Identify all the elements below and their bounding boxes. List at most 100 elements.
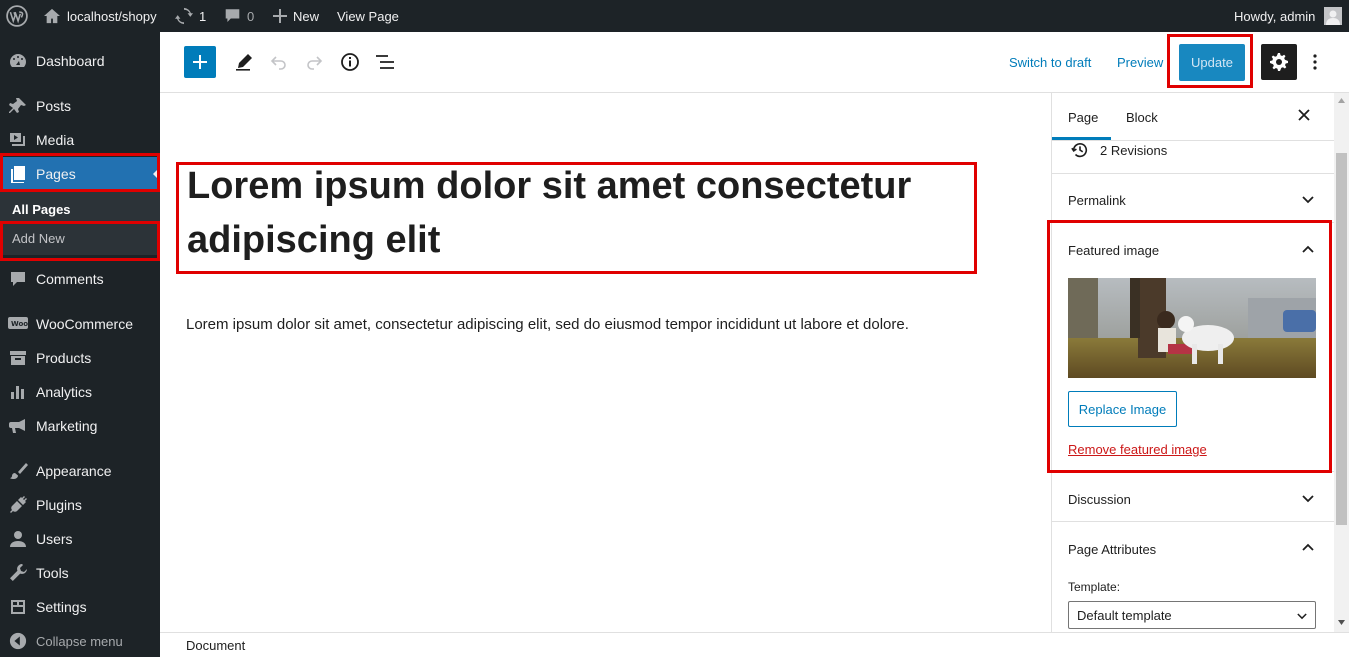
sidebar-item-marketing[interactable]: Marketing (0, 409, 160, 443)
featured-image-header[interactable]: Featured image (1068, 243, 1159, 258)
redo-button[interactable] (298, 46, 330, 78)
editor-canvas: Lorem ipsum dolor sit amet consectetur a… (160, 93, 1051, 632)
comments-link[interactable]: 0 (224, 0, 254, 32)
page-attributes-header[interactable]: Page Attributes (1068, 542, 1156, 557)
active-tab-indicator (1052, 137, 1111, 140)
scroll-down-arrow-icon[interactable] (1338, 620, 1345, 625)
view-page-link[interactable]: View Page (337, 0, 399, 32)
plus-icon (193, 55, 207, 69)
revisions-label: 2 Revisions (1100, 142, 1168, 158)
paragraph-block[interactable]: Lorem ipsum dolor sit amet, consectetur … (186, 316, 909, 333)
sidebar-scrollbar[interactable] (1334, 93, 1349, 632)
sidebar-item-dashboard[interactable]: Dashboard (0, 44, 160, 78)
current-menu-arrow-icon (153, 167, 160, 181)
pin-icon (0, 96, 36, 116)
sidebar-item-users[interactable]: Users (0, 522, 160, 556)
permalink-header: Permalink (1068, 193, 1126, 208)
wordpress-logo-icon[interactable] (6, 0, 28, 32)
my-account-link[interactable]: Howdy, admin (1234, 0, 1343, 32)
submenu-add-new[interactable]: Add New (0, 221, 160, 255)
sidebar-item-label: Settings (36, 599, 87, 615)
sidebar-item-products[interactable]: Products (0, 341, 160, 375)
brush-icon (0, 461, 36, 481)
options-menu-button[interactable] (1305, 46, 1325, 78)
user-icon (0, 529, 36, 549)
updates-link[interactable]: 1 (175, 0, 206, 32)
collapse-menu-button[interactable]: Collapse menu (0, 624, 160, 658)
gear-icon (1270, 53, 1288, 71)
submenu-add-new-label: Add New (12, 230, 65, 246)
remove-featured-image-link[interactable]: Remove featured image (1068, 442, 1207, 457)
undo-button[interactable] (263, 46, 295, 78)
avatar (1324, 7, 1343, 25)
details-button[interactable] (334, 46, 366, 78)
chevron-down-icon (1302, 495, 1314, 503)
switch-to-draft-button[interactable]: Switch to draft (1009, 55, 1091, 70)
chevron-up-icon[interactable] (1302, 245, 1314, 253)
howdy-text: Howdy, admin (1234, 8, 1316, 24)
breadcrumb[interactable]: Document (186, 638, 245, 653)
sidebar-item-label: WooCommerce (36, 316, 133, 332)
scroll-up-arrow-icon[interactable] (1338, 98, 1345, 103)
new-label: New (293, 8, 320, 24)
tools-button[interactable] (228, 46, 260, 78)
sidebar-item-media[interactable]: Media (0, 123, 160, 157)
sidebar-item-label: Users (36, 531, 73, 547)
sidebar-item-label: Plugins (36, 497, 82, 513)
revisions-link[interactable]: 2 Revisions (1070, 141, 1167, 159)
page-title[interactable]: Lorem ipsum dolor sit amet consectetur a… (187, 159, 967, 267)
sidebar-item-label: Analytics (36, 384, 93, 400)
megaphone-icon (0, 416, 36, 436)
settings-toggle-button[interactable] (1261, 44, 1297, 80)
updates-count: 1 (199, 8, 207, 24)
preview-button[interactable]: Preview (1117, 55, 1163, 70)
add-block-button[interactable] (184, 46, 216, 78)
chevron-down-icon (1297, 613, 1307, 620)
sidebar-item-pages[interactable]: Pages (0, 157, 160, 191)
page-attributes-panel: Page Attributes Template: Default templa… (1052, 521, 1334, 632)
sidebar-item-analytics[interactable]: Analytics (0, 375, 160, 409)
more-vertical-icon (1313, 54, 1317, 70)
site-name: localhost/shopy (67, 8, 157, 24)
update-label: Update (1191, 55, 1233, 70)
history-icon (1071, 142, 1088, 158)
media-icon (0, 130, 36, 150)
template-select-value: Default template (1077, 608, 1172, 623)
sidebar-item-plugins[interactable]: Plugins (0, 488, 160, 522)
sidebar-item-comments[interactable]: Comments (0, 262, 160, 296)
replace-image-button[interactable]: Replace Image (1068, 391, 1177, 427)
sidebar-item-label: Pages (36, 166, 76, 182)
list-view-button[interactable] (369, 46, 401, 78)
tab-block[interactable]: Block (1126, 110, 1158, 125)
view-page-label: View Page (337, 8, 399, 24)
scrollbar-thumb[interactable] (1336, 153, 1347, 525)
site-name-link[interactable]: localhost/shopy (43, 0, 157, 32)
close-sidebar-button[interactable] (1298, 108, 1310, 126)
sidebar-item-label: Comments (36, 271, 104, 287)
sidebar-item-posts[interactable]: Posts (0, 89, 160, 123)
sidebar-item-woocommerce[interactable]: Woo WooCommerce (0, 307, 160, 341)
permalink-panel[interactable]: Permalink (1052, 173, 1334, 222)
editor-toolbar: Switch to draft Preview Update (160, 32, 1349, 93)
submenu-all-pages[interactable]: All Pages (0, 191, 160, 221)
discussion-panel[interactable]: Discussion (1052, 471, 1334, 521)
sidebar-item-label: Marketing (36, 418, 98, 434)
sidebar-item-label: Tools (36, 565, 69, 581)
chart-icon (0, 382, 36, 402)
template-select[interactable]: Default template (1068, 601, 1316, 629)
chevron-up-icon[interactable] (1302, 543, 1314, 551)
sidebar-tabs: Page Block (1052, 93, 1334, 141)
info-icon (341, 53, 359, 71)
sidebar-item-tools[interactable]: Tools (0, 556, 160, 590)
sidebar-item-appearance[interactable]: Appearance (0, 454, 160, 488)
pencil-icon (236, 54, 252, 71)
submenu-all-pages-label: All Pages (12, 201, 71, 217)
sidebar-item-settings[interactable]: Settings (0, 590, 160, 624)
tab-page[interactable]: Page (1068, 110, 1098, 125)
list-view-icon (376, 55, 394, 69)
new-content-link[interactable]: New (273, 0, 319, 32)
featured-image-thumbnail[interactable] (1068, 278, 1316, 378)
featured-image-panel: Featured image Replace Image Remove feat… (1052, 222, 1334, 471)
home-icon (44, 8, 60, 24)
update-button[interactable]: Update (1179, 44, 1245, 81)
